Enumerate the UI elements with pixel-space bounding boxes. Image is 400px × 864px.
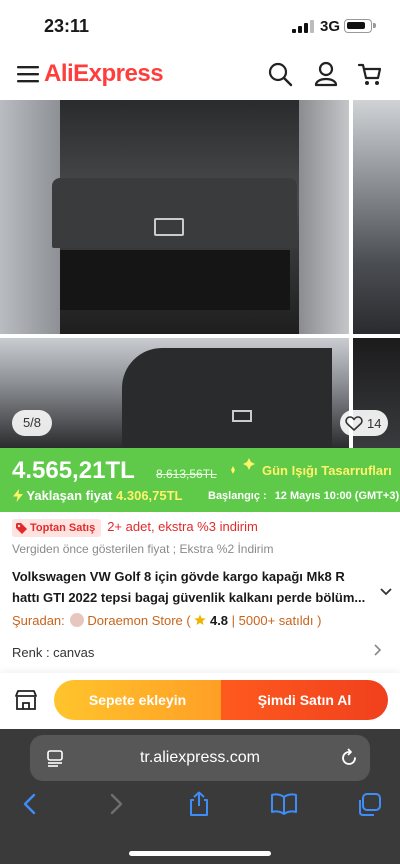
store-prefix: Şuradan: bbox=[12, 613, 65, 628]
wholesale-tag-label: Toptan Satış bbox=[30, 522, 96, 534]
original-price: 8.613,56TL bbox=[156, 467, 217, 481]
store-rating: 4.8 bbox=[209, 613, 229, 628]
product-title[interactable]: Volkswagen VW Golf 8 için gövde kargo ka… bbox=[12, 566, 392, 608]
home-indicator bbox=[129, 851, 271, 856]
lightning-icon bbox=[13, 489, 23, 502]
status-time: 23:11 bbox=[44, 16, 90, 36]
status-bar: 23:11 3G bbox=[0, 0, 400, 52]
app-header: AliExpress bbox=[0, 52, 400, 100]
image-counter: 5/8 bbox=[12, 410, 52, 436]
network-type: 3G bbox=[320, 18, 341, 35]
approaching-price: Yaklaşan fiyat 4.306,75TL bbox=[13, 488, 183, 503]
product-photo-next bbox=[353, 100, 400, 334]
wholesale-tag: Toptan Satış bbox=[12, 519, 102, 537]
wishlist-count: 14 bbox=[367, 416, 382, 431]
reload-icon[interactable] bbox=[340, 748, 358, 768]
heart-icon bbox=[345, 416, 363, 431]
store-name[interactable]: Doraemon Store ( bbox=[87, 613, 190, 628]
tag-icon bbox=[16, 523, 27, 534]
store-sold-count: | 5000+ satıldı ) bbox=[231, 613, 322, 628]
bookmarks-icon[interactable] bbox=[270, 793, 298, 815]
tabs-icon[interactable] bbox=[356, 793, 382, 817]
store-row[interactable]: Şuradan: Doraemon Store ( 4.8 | 5000+ sa… bbox=[12, 613, 321, 628]
wholesale-discount: 2+ adet, ekstra %3 indirim bbox=[107, 519, 258, 534]
product-title-line1: Volkswagen VW Golf 8 için gövde kargo ka… bbox=[12, 569, 345, 584]
wishlist-button[interactable]: 14 bbox=[340, 410, 388, 436]
store-avatar bbox=[70, 613, 85, 627]
promo-campaign-name: Gün Işığı Tasarrufları bbox=[262, 463, 392, 478]
browser-toolbar: tr.aliexpress.com bbox=[0, 729, 400, 864]
chevron-down-icon[interactable] bbox=[380, 588, 392, 596]
current-price: 4.565,21TL bbox=[12, 457, 135, 484]
approaching-price-value: 4.306,75TL bbox=[116, 488, 183, 503]
product-photo-secondary bbox=[0, 338, 349, 448]
wholesale-row[interactable]: Toptan Satış 2+ adet, ekstra %3 indirim bbox=[12, 518, 258, 537]
variant-label[interactable]: Renk : canvas bbox=[12, 645, 94, 660]
forward-icon[interactable] bbox=[106, 793, 126, 815]
back-icon[interactable] bbox=[20, 793, 40, 815]
chevron-right-icon[interactable] bbox=[374, 644, 382, 656]
star-icon bbox=[194, 614, 206, 625]
purchase-action-bar: Sepete ekleyin Şimdi Satın Al bbox=[0, 673, 400, 729]
approaching-price-label: Yaklaşan fiyat bbox=[26, 488, 113, 503]
address-bar[interactable]: tr.aliexpress.com bbox=[30, 735, 370, 781]
sale-start-label: Başlangıç : bbox=[208, 490, 267, 502]
hamburger-menu-icon[interactable] bbox=[17, 64, 39, 84]
account-icon[interactable] bbox=[312, 60, 340, 88]
price-banner: 4.565,21TL 8.613,56TL Gün Işığı Tasarruf… bbox=[0, 448, 400, 512]
sale-start-date: 12 Mayıs 10:00 (GMT+3) bbox=[274, 490, 400, 502]
sparkle-icon bbox=[231, 458, 255, 474]
product-image-gallery[interactable] bbox=[0, 100, 400, 448]
cart-icon[interactable] bbox=[356, 60, 384, 88]
aliexpress-logo[interactable]: AliExpress bbox=[44, 60, 164, 88]
product-photo-main bbox=[0, 100, 349, 334]
signal-icon bbox=[292, 20, 314, 33]
sale-start: Başlangıç : 12 Mayıs 10:00 (GMT+3) bbox=[208, 490, 399, 502]
url-text[interactable]: tr.aliexpress.com bbox=[30, 749, 370, 767]
share-icon[interactable] bbox=[187, 791, 211, 817]
add-to-cart-button[interactable]: Sepete ekleyin bbox=[54, 680, 221, 720]
store-icon[interactable] bbox=[14, 689, 38, 711]
buy-now-button[interactable]: Şimdi Satın Al bbox=[221, 680, 388, 720]
product-title-line2: hattı GTI 2022 tepsi bagaj güvenlik kalk… bbox=[12, 590, 366, 605]
battery-icon bbox=[344, 19, 376, 33]
search-icon[interactable] bbox=[266, 60, 294, 88]
tax-note: Vergiden önce gösterilen fiyat ; Ekstra … bbox=[12, 542, 274, 556]
